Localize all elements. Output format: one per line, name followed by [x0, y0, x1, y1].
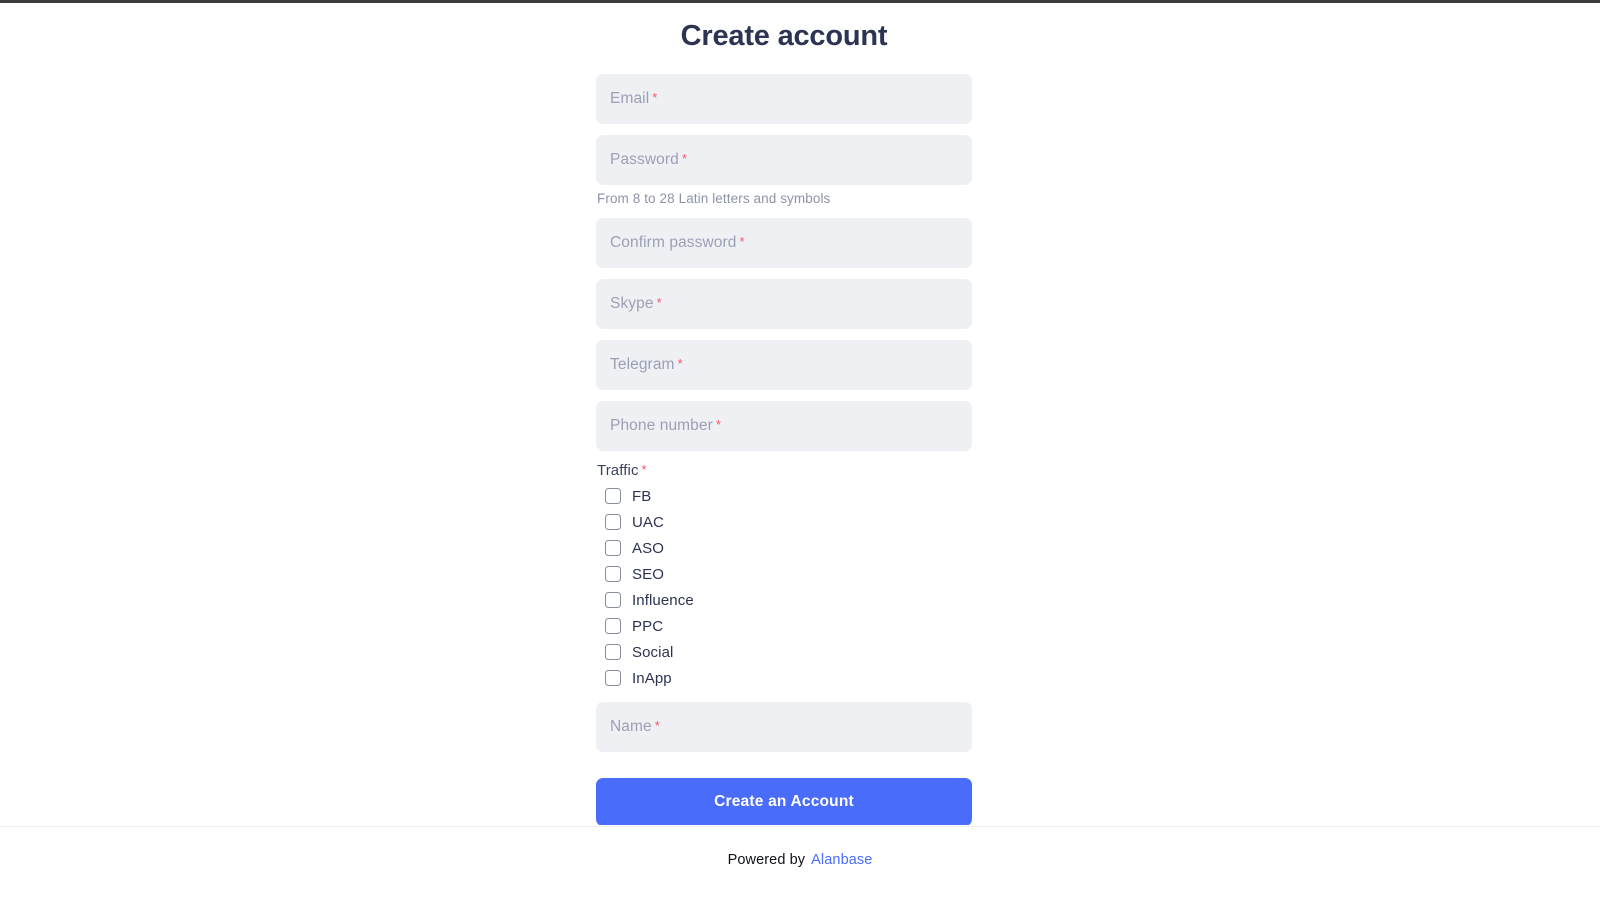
checkbox-unchecked-icon[interactable]: [605, 670, 621, 686]
traffic-option-aso[interactable]: ASO: [596, 535, 972, 561]
page-title: Create account: [680, 20, 888, 52]
password-helper-text: From 8 to 28 Latin letters and symbols: [597, 191, 831, 206]
traffic-option-label: Social: [632, 643, 674, 661]
checkbox-unchecked-icon[interactable]: [605, 566, 621, 582]
create-account-form: Create account Email * Password * From 8 t…: [596, 3, 972, 825]
form-scroll-region[interactable]: Create account Email * Password * From 8 t…: [0, 3, 1600, 825]
phone-number-placeholder: Phone number *: [596, 417, 721, 435]
name-placeholder-text: Name: [610, 718, 652, 735]
traffic-group-label: Traffic *: [597, 462, 972, 479]
name-field[interactable]: Name *: [596, 702, 972, 752]
traffic-option-social[interactable]: Social: [596, 639, 972, 665]
email-field[interactable]: Email *: [596, 74, 972, 124]
checkbox-unchecked-icon[interactable]: [605, 514, 621, 530]
required-asterisk: *: [681, 151, 688, 166]
traffic-option-seo[interactable]: SEO: [596, 561, 972, 587]
signup-page: Create account Email * Password * From 8 t…: [0, 0, 1600, 905]
email-placeholder: Email *: [596, 90, 657, 108]
required-asterisk: *: [715, 417, 722, 432]
confirm-password-placeholder: Confirm password *: [596, 234, 745, 252]
required-asterisk: *: [739, 234, 745, 249]
traffic-option-label: PPC: [632, 617, 664, 635]
traffic-option-ppc[interactable]: PPC: [596, 613, 972, 639]
skype-placeholder-text: Skype: [610, 295, 654, 312]
confirm-password-placeholder-text: Confirm password: [610, 234, 737, 251]
traffic-option-label: FB: [632, 487, 652, 505]
telegram-placeholder: Telegram *: [596, 356, 683, 374]
checkbox-unchecked-icon[interactable]: [605, 618, 621, 634]
traffic-label-text: Traffic: [597, 462, 639, 479]
traffic-option-label: ASO: [632, 539, 664, 557]
required-asterisk: *: [656, 295, 662, 310]
powered-by-text: Powered by: [727, 851, 806, 868]
password-placeholder: Password *: [596, 151, 687, 169]
create-account-button[interactable]: Create an Account: [596, 778, 972, 825]
checkbox-unchecked-icon[interactable]: [605, 540, 621, 556]
traffic-option-label: SEO: [632, 565, 664, 583]
traffic-option-influence[interactable]: Influence: [596, 587, 972, 613]
checkbox-unchecked-icon[interactable]: [605, 488, 621, 504]
confirm-password-field[interactable]: Confirm password *: [596, 218, 972, 268]
phone-number-field[interactable]: Phone number *: [596, 401, 972, 451]
required-asterisk: *: [654, 718, 660, 733]
required-asterisk: *: [652, 90, 658, 105]
traffic-option-fb[interactable]: FB: [596, 483, 972, 509]
telegram-placeholder-text: Telegram: [610, 356, 675, 373]
password-field[interactable]: Password *: [596, 135, 972, 185]
name-placeholder: Name *: [596, 718, 660, 736]
email-placeholder-text: Email: [610, 90, 650, 107]
required-asterisk: *: [641, 462, 647, 477]
traffic-option-label: InApp: [632, 669, 672, 687]
checkbox-unchecked-icon[interactable]: [605, 592, 621, 608]
required-asterisk: *: [677, 356, 683, 371]
phone-number-placeholder-text: Phone number: [610, 417, 713, 434]
telegram-field[interactable]: Telegram *: [596, 340, 972, 390]
password-placeholder-text: Password: [610, 151, 679, 168]
traffic-option-inapp[interactable]: InApp: [596, 665, 972, 691]
checkbox-unchecked-icon[interactable]: [605, 644, 621, 660]
traffic-option-uac[interactable]: UAC: [596, 509, 972, 535]
page-footer: Powered by Alanbase: [0, 827, 1600, 905]
skype-field[interactable]: Skype *: [596, 279, 972, 329]
powered-by: Powered by Alanbase: [728, 852, 873, 868]
alanbase-link[interactable]: Alanbase: [811, 852, 872, 868]
traffic-option-label: UAC: [632, 513, 664, 531]
traffic-checkbox-list: FB UAC ASO SEO Influence PPC Social InAp…: [596, 483, 972, 691]
traffic-option-label: Influence: [632, 591, 694, 609]
skype-placeholder: Skype *: [596, 295, 662, 313]
